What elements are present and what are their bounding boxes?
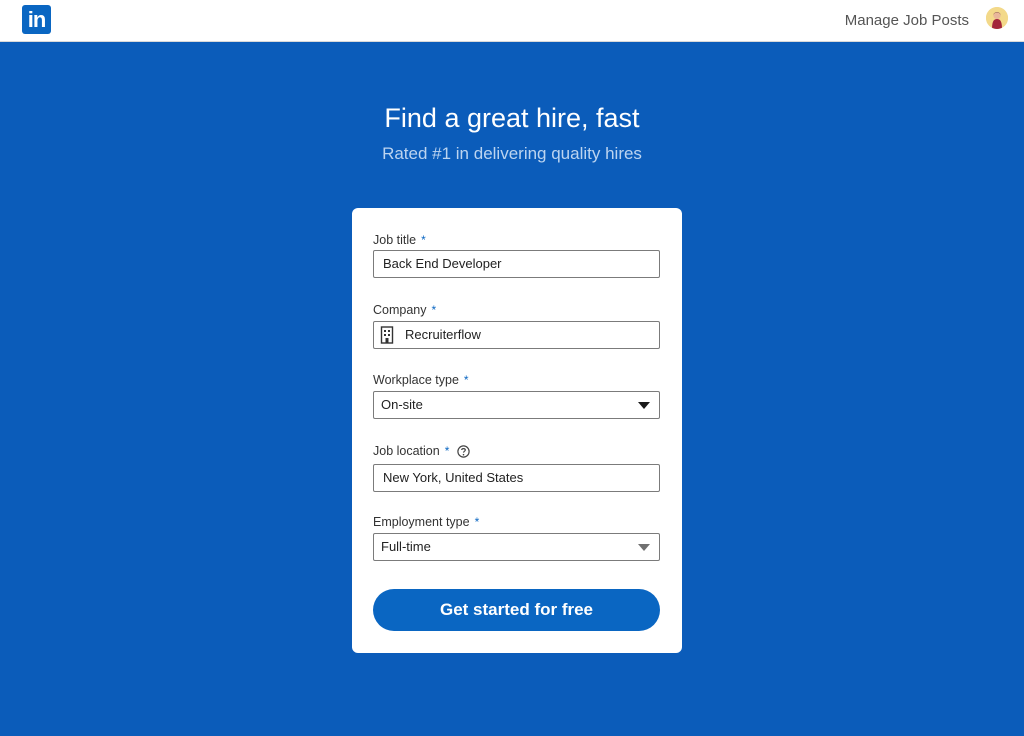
employment-type-select[interactable]: Full-time [373,533,660,561]
required-marker: * [474,515,480,529]
workplace-type-select[interactable]: On-site [373,391,660,419]
job-location-label-text: Job location [373,444,440,458]
employment-type-selected-value: Full-time [381,539,431,554]
caret-down-icon [638,402,650,409]
workplace-type-selected-value: On-site [381,397,423,412]
job-location-label: Job location * [373,443,471,459]
job-title-label: Job title * [373,232,426,248]
manage-job-posts-link[interactable]: Manage Job Posts [845,12,969,30]
top-navigation-bar: in Manage Job Posts [0,0,1024,42]
job-title-label-text: Job title [373,233,417,247]
page-subtitle: Rated #1 in delivering quality hires [382,144,642,163]
required-marker: * [444,444,450,458]
required-marker: * [431,303,437,317]
required-marker: * [421,233,426,247]
caret-down-icon [638,544,650,551]
company-label-text: Company [373,303,427,317]
employment-type-label: Employment type * [373,514,479,530]
job-post-form-card: Job title * Back End Developer Company *… [352,208,682,653]
get-started-button[interactable]: Get started for free [373,589,660,631]
job-title-input[interactable]: Back End Developer [373,250,660,278]
workplace-type-label: Workplace type * [373,372,469,388]
linkedin-logo-icon[interactable]: in [22,5,51,34]
page-title: Find a great hire, fast [384,103,640,133]
company-label: Company * [373,302,436,318]
required-marker: * [463,373,469,387]
avatar-image [986,7,1008,29]
employment-type-label-text: Employment type [373,515,470,529]
question-circle-icon[interactable] [457,444,471,458]
user-avatar[interactable] [986,7,1008,29]
building-icon [380,326,394,344]
company-input-value: Recruiterflow [405,327,481,342]
job-location-input[interactable]: New York, United States [373,464,660,492]
company-input[interactable]: Recruiterflow [373,321,660,349]
workplace-type-label-text: Workplace type [373,373,459,387]
